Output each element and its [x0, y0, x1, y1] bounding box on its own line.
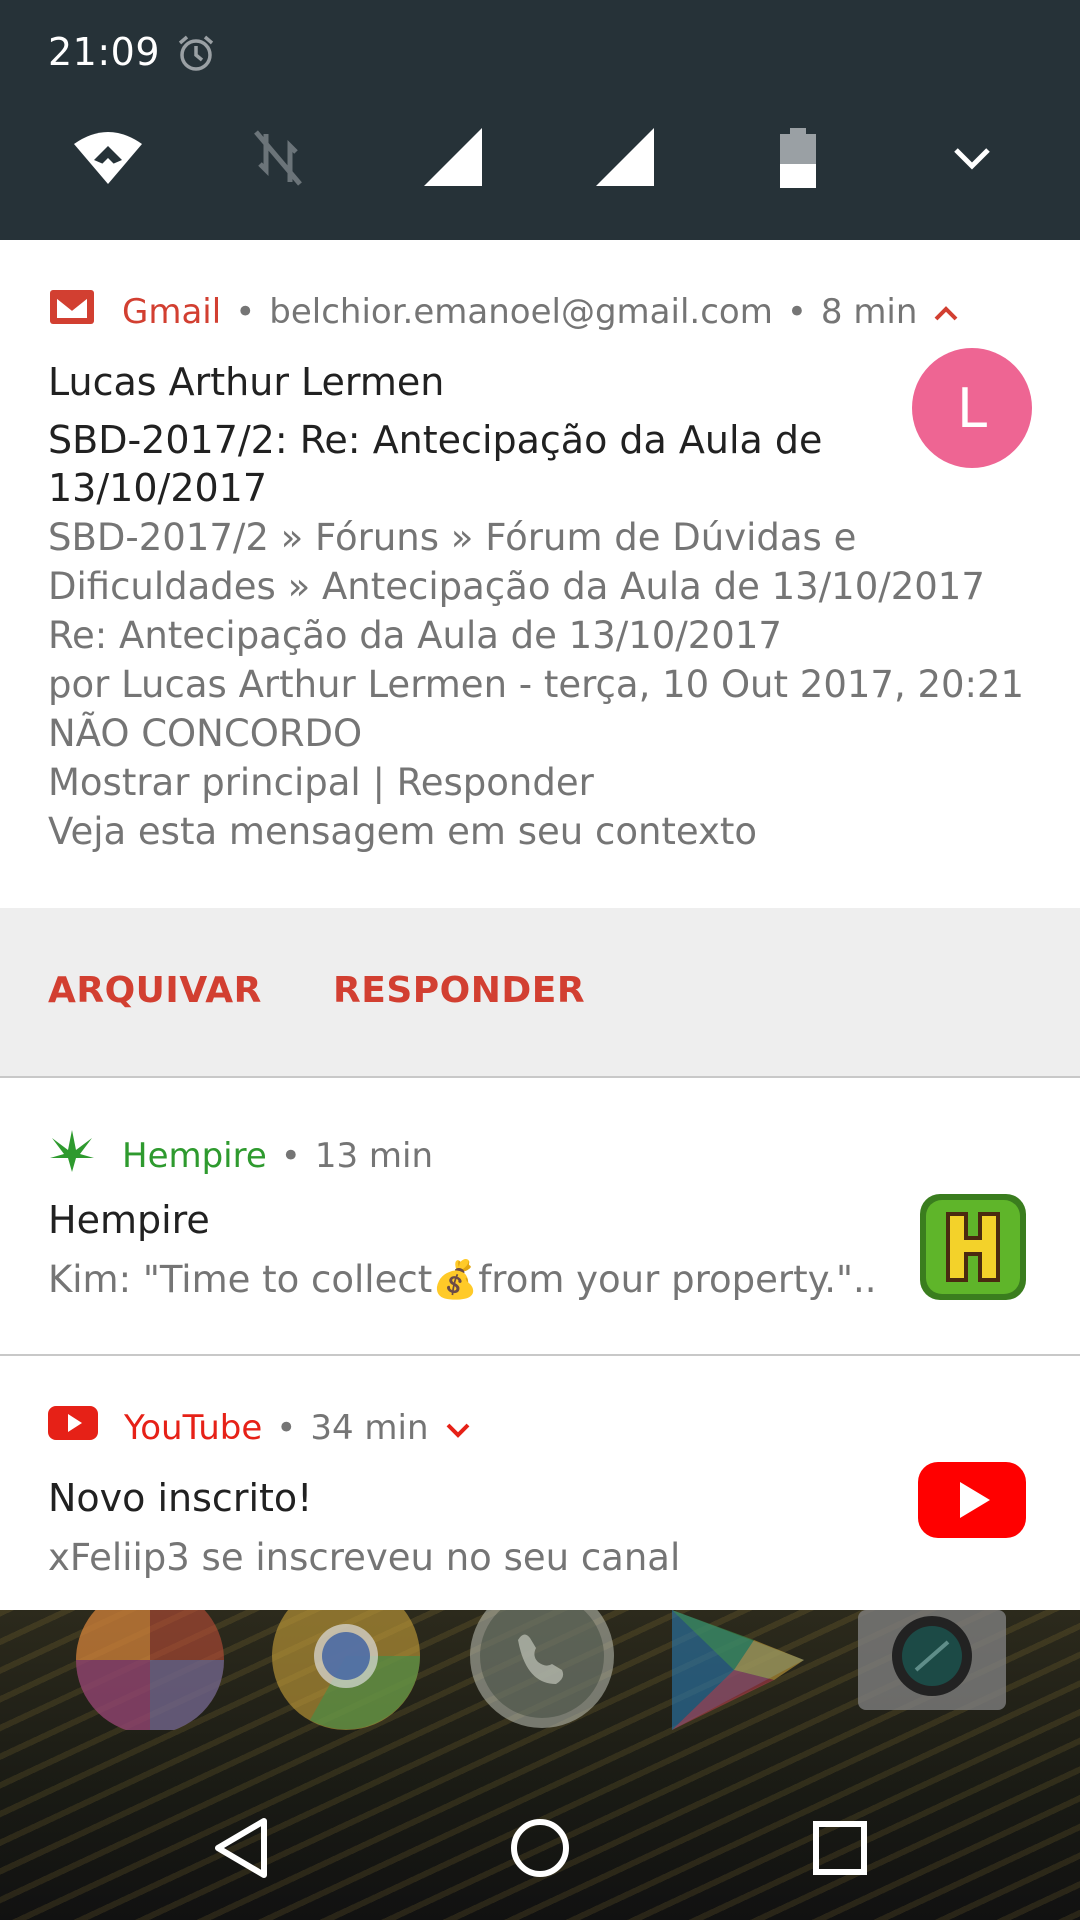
notification-title: Hempire [48, 1198, 210, 1242]
body-line: Re: Antecipação da Aula de 13/10/2017 [48, 614, 782, 657]
youtube-logo-icon [916, 1460, 1028, 1544]
account-email: belchior.emanoel@gmail.com [269, 291, 773, 332]
body-line: Veja esta mensagem em seu contexto [48, 810, 758, 853]
leaf-icon [48, 1128, 96, 1183]
archive-button[interactable]: ARQUIVAR [48, 970, 262, 1011]
wifi-icon[interactable] [72, 126, 144, 194]
body-line: NÃO CONCORDO [48, 712, 363, 755]
home-button[interactable] [508, 1815, 572, 1885]
alarm-icon [175, 32, 217, 78]
app-name: YouTube [124, 1407, 263, 1448]
play-store-icon[interactable] [664, 1610, 816, 1734]
separator: • [786, 291, 807, 332]
subject-line: SBD-2017/2: Re: Antecipação da Aula de [48, 418, 823, 462]
chevron-up-icon[interactable] [933, 292, 959, 332]
notification-header: YouTube • 34 min [48, 1404, 471, 1451]
subject-line: 13/10/2017 [48, 466, 268, 510]
hempire-app-icon [918, 1192, 1028, 1306]
notification-header: Hempire • 13 min [48, 1128, 433, 1183]
signal-icon[interactable] [422, 126, 484, 192]
app-name: Hempire [122, 1135, 267, 1176]
notification-text: xFeliip3 se inscreveu no seu canal [48, 1536, 681, 1579]
chrome-icon[interactable] [270, 1582, 422, 1734]
body-line: Mostrar principal | Responder [48, 761, 594, 804]
notification-title: Novo inscrito! [48, 1476, 313, 1520]
body-line: SBD-2017/2 » Fóruns » Fórum de Dúvidas e [48, 516, 857, 559]
notification-header: Gmail • belchior.emanoel@gmail.com • 8 m… [48, 288, 959, 335]
recents-button[interactable] [812, 1820, 868, 1880]
gmail-notification[interactable]: Gmail • belchior.emanoel@gmail.com • 8 m… [0, 240, 1080, 908]
separator: • [280, 1135, 301, 1176]
app-name: Gmail [122, 291, 222, 332]
separator: • [235, 291, 256, 332]
gmail-icon [48, 288, 96, 335]
gmail-action-bar: ARQUIVAR RESPONDER [0, 908, 1080, 1078]
sender-name: Lucas Arthur Lermen [48, 360, 445, 404]
battery-icon[interactable] [778, 128, 818, 194]
gallery-icon[interactable] [74, 1586, 226, 1734]
notification-time: 13 min [314, 1135, 434, 1176]
hempire-notification[interactable]: Hempire • 13 min Hempire Kim: "Time to c… [0, 1078, 1080, 1356]
reply-button[interactable]: RESPONDER [333, 970, 585, 1011]
body-line: por Lucas Arthur Lermen - terça, 10 Out … [48, 663, 1025, 706]
data-off-icon[interactable] [252, 126, 304, 194]
whatsapp-icon[interactable] [466, 1584, 618, 1734]
notification-text: Kim: "Time to collect💰from your property… [48, 1258, 877, 1301]
notification-time: 34 min [310, 1407, 429, 1448]
separator: • [276, 1407, 297, 1448]
chevron-down-icon[interactable] [445, 1408, 471, 1448]
notification-time: 8 min [820, 291, 918, 332]
signal-icon[interactable] [594, 126, 656, 192]
body-line: Dificuldades » Antecipação da Aula de 13… [48, 565, 985, 608]
youtube-notification[interactable]: YouTube • 34 min Novo inscrito! xFeliip3… [0, 1356, 1080, 1610]
quick-settings-header: 21:09 [0, 0, 1080, 240]
clock: 21:09 [48, 30, 161, 74]
avatar: L [912, 348, 1032, 468]
camera-icon[interactable] [858, 1610, 1008, 1718]
youtube-icon [48, 1404, 98, 1451]
chevron-down-icon[interactable] [952, 146, 992, 176]
back-button[interactable] [210, 1815, 270, 1885]
